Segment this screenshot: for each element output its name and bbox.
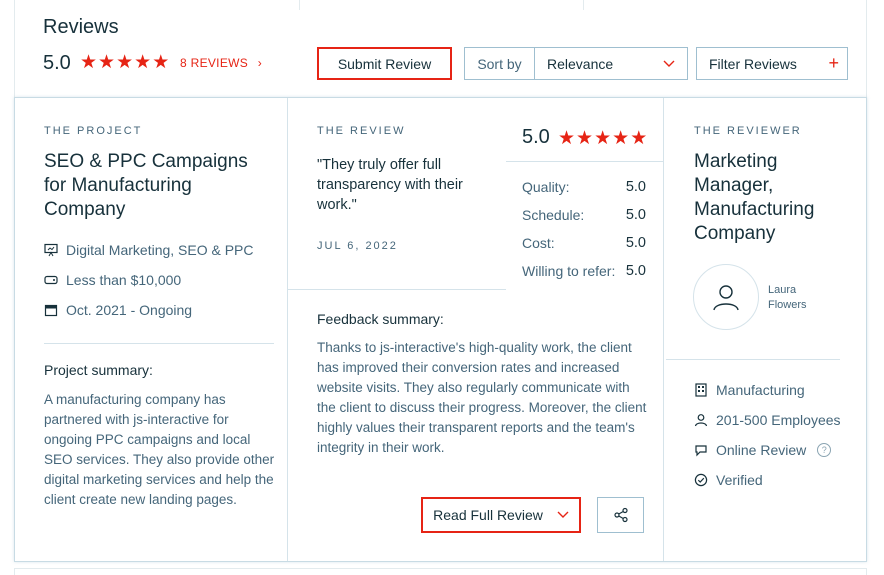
score-row-quality: Quality: 5.0: [522, 179, 646, 195]
review-date: JUL 6, 2022: [317, 240, 398, 252]
header-divider: [583, 0, 584, 10]
score-row-schedule: Schedule: 5.0: [522, 207, 646, 223]
reviewer-industry: Manufacturing: [694, 382, 864, 398]
score-label: Cost:: [522, 235, 555, 251]
score-label: Quality:: [522, 179, 570, 195]
score-divider: [506, 161, 663, 162]
score-value: 5.0: [625, 263, 646, 279]
score-value: 5.0: [625, 235, 646, 251]
reviewer-employees-text: 201-500 Employees: [716, 412, 841, 428]
calendar-icon: [44, 304, 58, 317]
reviewer-divider: [666, 359, 840, 360]
submit-review-button[interactable]: Submit Review: [317, 47, 452, 80]
overall-rating-value: 5.0: [43, 52, 71, 74]
read-full-review-button[interactable]: Read Full Review: [421, 497, 581, 533]
reviewer-industry-text: Manufacturing: [716, 382, 805, 398]
project-section-label: THE PROJECT: [44, 125, 143, 137]
reviewer-review-type: Online Review ?: [694, 442, 864, 458]
reviewer-employees: 201-500 Employees: [694, 412, 864, 428]
star-icon: ★: [134, 52, 152, 73]
review-section-label: THE REVIEW: [317, 125, 406, 137]
chevron-right-icon: ›: [257, 56, 262, 70]
score-value: 5.0: [625, 207, 646, 223]
score-row-refer: Willing to refer: 5.0: [522, 263, 646, 279]
star-icon: ★: [576, 128, 594, 149]
star-icon: ★: [152, 52, 170, 73]
check-circle-icon: [694, 473, 708, 487]
review-rating-value: 5.0: [522, 126, 550, 148]
sort-label: Sort by: [465, 48, 535, 79]
price-tag-icon: [44, 275, 58, 285]
star-icon: ★: [594, 128, 612, 149]
review-card: THE PROJECT SEO & PPC Campaigns for Manu…: [14, 97, 867, 562]
help-icon[interactable]: ?: [817, 443, 832, 457]
presentation-icon: [44, 243, 58, 257]
project-divider: [44, 343, 274, 344]
plus-icon: +: [828, 53, 839, 73]
project-summary-text: A manufacturing company has partnered wi…: [44, 392, 275, 507]
score-row-cost: Cost: 5.0: [522, 235, 646, 251]
sort-dropdown[interactable]: Relevance: [535, 48, 687, 79]
reviews-title: Reviews: [43, 16, 119, 38]
project-title: SEO & PPC Campaigns for Manufacturing Co…: [44, 151, 248, 220]
star-icon: ★: [558, 128, 576, 149]
chevron-down-icon: [557, 511, 569, 518]
reviewer-status: Verified: [694, 472, 864, 488]
column-divider: [287, 98, 288, 561]
read-full-review-label: Read Full Review: [433, 507, 543, 523]
score-label: Schedule:: [522, 207, 585, 223]
project-summary-label: Project summary:: [44, 362, 153, 378]
project-budget-text: Less than $10,000: [66, 272, 182, 288]
feedback-summary-text: Thanks to js-interactive's high-quality …: [317, 340, 647, 455]
project-dates-text: Oct. 2021 - Ongoing: [66, 302, 193, 318]
sort-selected-value: Relevance: [547, 55, 614, 72]
reviewer-title: Marketing Manager, Manufacturing Company: [694, 151, 815, 244]
reviewer-section-label: THE REVIEWER: [694, 125, 802, 137]
project-budget: Less than $10,000: [44, 272, 284, 288]
reviewer-review-type-text: Online Review: [716, 442, 807, 458]
score-label: Willing to refer:: [522, 263, 616, 279]
reviews-count-label: 8 REVIEWS: [180, 56, 249, 70]
share-icon: [613, 507, 628, 523]
filter-reviews-button[interactable]: Filter Reviews +: [696, 47, 848, 80]
score-value: 5.0: [625, 179, 646, 195]
review-divider: [288, 289, 506, 290]
star-icon: ★: [116, 52, 134, 73]
chevron-down-icon: [663, 60, 675, 67]
next-review-card-edge: [14, 568, 867, 575]
header-divider: [299, 0, 300, 10]
star-icon: ★: [612, 128, 630, 149]
building-icon: [695, 383, 707, 397]
project-service-text: Digital Marketing, SEO & PPC: [66, 242, 254, 258]
star-icon: ★: [98, 52, 116, 73]
reviews-count-link[interactable]: 8 REVIEWS ›: [180, 56, 262, 70]
overall-rating-stars: ★ ★ ★ ★ ★: [80, 53, 169, 72]
person-icon: [694, 414, 708, 427]
reviewer-status-text: Verified: [716, 472, 763, 488]
review-rating-stars: ★ ★ ★ ★ ★: [558, 129, 647, 148]
star-icon: ★: [80, 52, 98, 73]
review-quote: "They truly offer full transparency with…: [317, 157, 463, 213]
share-button[interactable]: [597, 497, 644, 533]
star-icon: ★: [630, 128, 648, 149]
avatar: [693, 264, 759, 330]
column-divider: [663, 98, 664, 561]
project-dates: Oct. 2021 - Ongoing: [44, 302, 284, 318]
feedback-summary-label: Feedback summary:: [317, 311, 444, 327]
user-icon: [713, 285, 739, 311]
filter-reviews-label: Filter Reviews: [709, 55, 797, 72]
project-service: Digital Marketing, SEO & PPC: [44, 242, 284, 258]
reviewer-name: Laura Flowers: [768, 284, 807, 311]
sort-select[interactable]: Sort by Relevance: [464, 47, 688, 80]
chat-bubble-icon: [695, 445, 707, 457]
